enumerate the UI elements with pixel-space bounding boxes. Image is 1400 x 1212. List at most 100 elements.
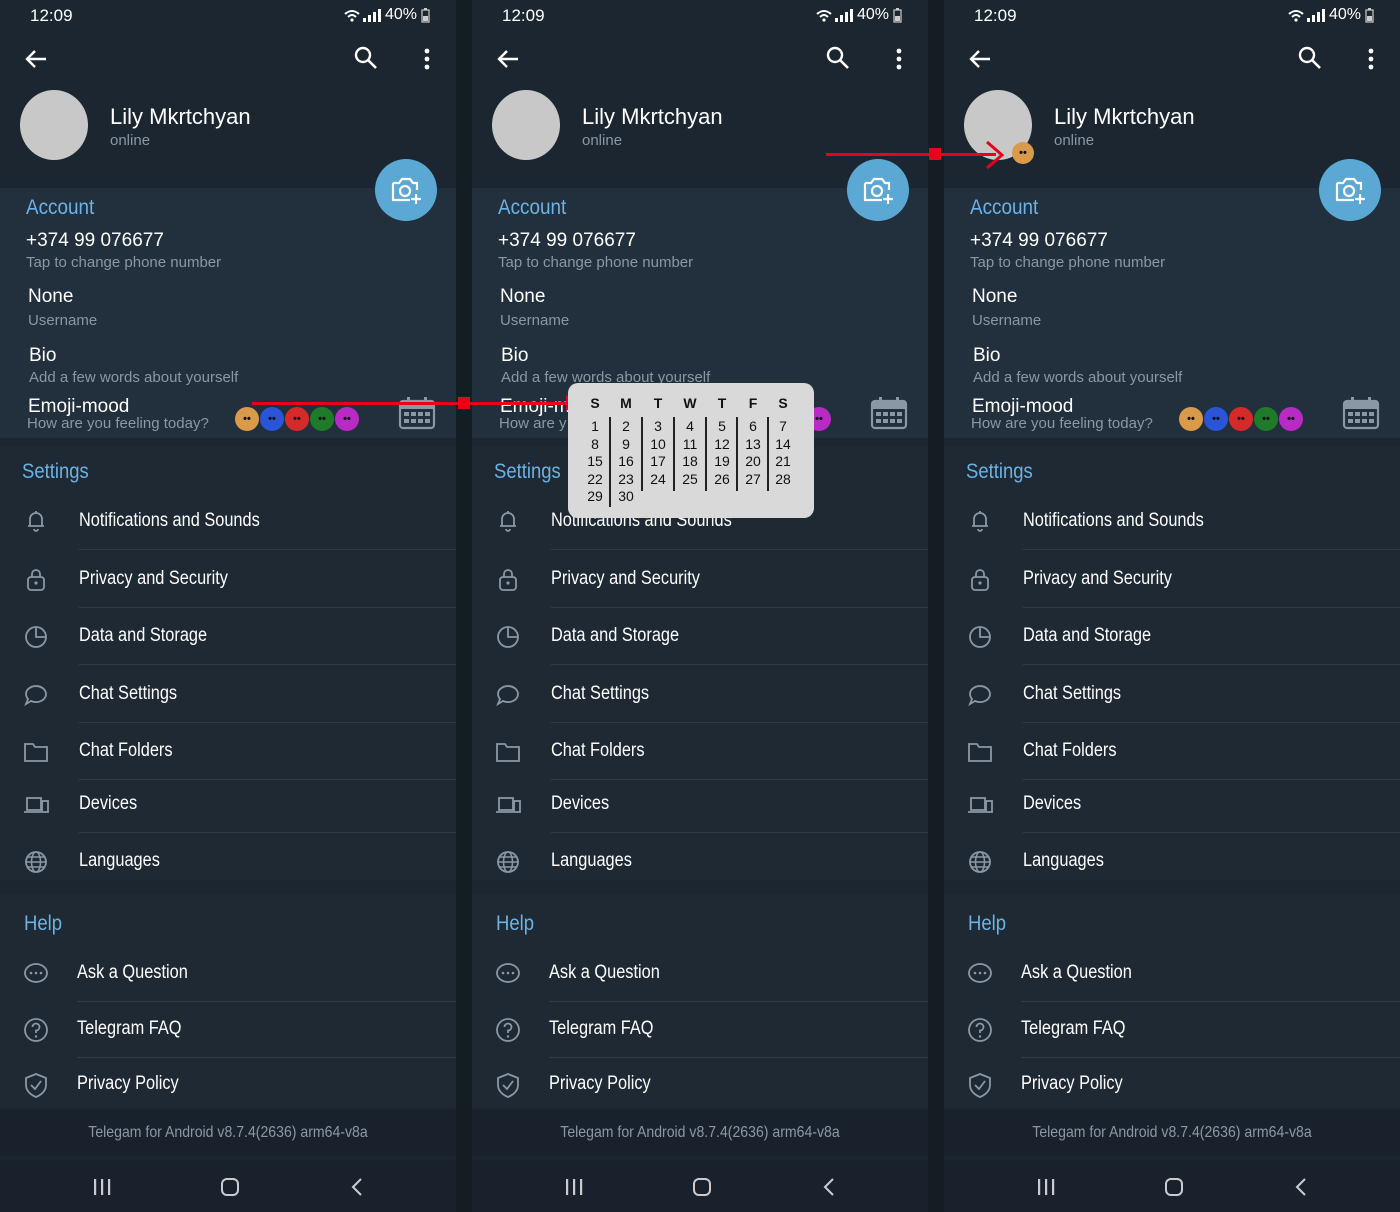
bio-label[interactable]: Bio [501, 345, 528, 367]
calendar-day[interactable]: 9 [612, 436, 640, 452]
calendar-icon[interactable] [1342, 396, 1380, 430]
emoji-sick-icon[interactable]: •• [310, 407, 334, 431]
settings-item-languages[interactable]: Languages [472, 834, 928, 890]
back-arrow-icon[interactable] [496, 48, 520, 70]
emoji-sick-icon[interactable]: •• [1254, 407, 1278, 431]
calendar-day[interactable]: 1 [581, 418, 609, 434]
phone-number[interactable]: +374 99 076677 [26, 230, 164, 252]
calendar-day[interactable]: 30 [612, 488, 640, 504]
settings-item-notifications-and-sounds[interactable]: Notifications and Sounds [0, 494, 456, 550]
calendar-day[interactable]: 20 [739, 453, 767, 469]
calendar-day[interactable]: 15 [581, 453, 609, 469]
calendar-icon[interactable] [870, 396, 908, 430]
more-vertical-icon[interactable] [1368, 48, 1374, 70]
settings-item-devices[interactable]: Devices [472, 777, 928, 833]
username-value[interactable]: None [28, 286, 73, 308]
phone-number[interactable]: +374 99 076677 [970, 230, 1108, 252]
settings-item-languages[interactable]: Languages [0, 834, 456, 890]
calendar-day[interactable]: 22 [581, 471, 609, 487]
calendar-day[interactable]: 8 [581, 436, 609, 452]
username-value[interactable]: None [500, 286, 545, 308]
calendar-day[interactable]: 13 [739, 436, 767, 452]
settings-item-chat-settings[interactable]: Chat Settings [472, 667, 928, 723]
help-item-telegram-faq[interactable]: Telegram FAQ [944, 1002, 1400, 1058]
calendar-day[interactable]: 26 [708, 471, 736, 487]
avatar[interactable] [492, 90, 560, 160]
recents-icon[interactable] [92, 1178, 112, 1196]
emoji-sad-icon[interactable]: •• [1204, 407, 1228, 431]
emoji-angry-icon[interactable]: •• [285, 407, 309, 431]
home-icon[interactable] [692, 1178, 712, 1196]
home-icon[interactable] [220, 1178, 240, 1196]
emoji-happy-icon[interactable]: •• [235, 407, 259, 431]
settings-item-devices[interactable]: Devices [0, 777, 456, 833]
search-icon[interactable] [1298, 46, 1322, 70]
calendar-day[interactable]: 21 [769, 453, 797, 469]
help-item-ask-a-question[interactable]: Ask a Question [0, 946, 456, 1002]
settings-item-devices[interactable]: Devices [944, 777, 1400, 833]
set-photo-button[interactable] [375, 159, 437, 221]
help-item-ask-a-question[interactable]: Ask a Question [944, 946, 1400, 1002]
settings-item-chat-settings[interactable]: Chat Settings [0, 667, 456, 723]
settings-item-privacy-and-security[interactable]: Privacy and Security [944, 552, 1400, 608]
settings-item-data-and-storage[interactable]: Data and Storage [0, 609, 456, 665]
help-item-privacy-policy[interactable]: Privacy Policy [944, 1057, 1400, 1113]
set-photo-button[interactable] [847, 159, 909, 221]
settings-item-data-and-storage[interactable]: Data and Storage [472, 609, 928, 665]
bio-label[interactable]: Bio [29, 345, 56, 367]
calendar-day[interactable]: 14 [769, 436, 797, 452]
search-icon[interactable] [826, 46, 850, 70]
back-nav-icon[interactable] [822, 1178, 836, 1196]
calendar-day[interactable]: 16 [612, 453, 640, 469]
settings-item-chat-folders[interactable]: Chat Folders [0, 724, 456, 780]
calendar-day[interactable]: 24 [644, 471, 672, 487]
phone-number[interactable]: +374 99 076677 [498, 230, 636, 252]
recents-icon[interactable] [564, 1178, 584, 1196]
settings-item-notifications-and-sounds[interactable]: Notifications and Sounds [944, 494, 1400, 550]
calendar-day[interactable]: 4 [676, 418, 704, 434]
calendar-day[interactable]: 28 [769, 471, 797, 487]
back-arrow-icon[interactable] [24, 48, 48, 70]
help-item-ask-a-question[interactable]: Ask a Question [472, 946, 928, 1002]
settings-item-privacy-and-security[interactable]: Privacy and Security [0, 552, 456, 608]
set-photo-button[interactable] [1319, 159, 1381, 221]
search-icon[interactable] [354, 46, 378, 70]
emoji-happy-icon[interactable]: •• [1179, 407, 1203, 431]
settings-item-data-and-storage[interactable]: Data and Storage [944, 609, 1400, 665]
calendar-day[interactable]: 7 [769, 418, 797, 434]
bio-label[interactable]: Bio [973, 345, 1000, 367]
calendar-day[interactable]: 27 [739, 471, 767, 487]
calendar-day[interactable]: 6 [739, 418, 767, 434]
back-nav-icon[interactable] [350, 1178, 364, 1196]
calendar-day[interactable]: 10 [644, 436, 672, 452]
calendar-day[interactable]: 29 [581, 488, 609, 504]
calendar-day[interactable]: 12 [708, 436, 736, 452]
avatar[interactable] [20, 90, 88, 160]
calendar-day[interactable]: 17 [644, 453, 672, 469]
calendar-day[interactable]: 19 [708, 453, 736, 469]
settings-item-chat-folders[interactable]: Chat Folders [472, 724, 928, 780]
calendar-day[interactable]: 2 [612, 418, 640, 434]
back-nav-icon[interactable] [1294, 1178, 1308, 1196]
emoji-sad-icon[interactable]: •• [260, 407, 284, 431]
emoji-angry-icon[interactable]: •• [1229, 407, 1253, 431]
settings-item-languages[interactable]: Languages [944, 834, 1400, 890]
calendar-day[interactable]: 18 [676, 453, 704, 469]
username-value[interactable]: None [972, 286, 1017, 308]
help-item-privacy-policy[interactable]: Privacy Policy [472, 1057, 928, 1113]
calendar-day[interactable]: 25 [676, 471, 704, 487]
calendar-day[interactable]: 23 [612, 471, 640, 487]
back-arrow-icon[interactable] [968, 48, 992, 70]
calendar-day[interactable]: 3 [644, 418, 672, 434]
calendar-day[interactable]: 11 [676, 436, 704, 452]
help-item-telegram-faq[interactable]: Telegram FAQ [472, 1002, 928, 1058]
settings-item-chat-settings[interactable]: Chat Settings [944, 667, 1400, 723]
calendar-popup[interactable]: S M T W T F S 1 2 3 4 5 6 7 8 9 10 11 12 13 14 15 16 17 18 19 20 21… [568, 383, 814, 518]
home-icon[interactable] [1164, 1178, 1184, 1196]
more-vertical-icon[interactable] [896, 48, 902, 70]
help-item-privacy-policy[interactable]: Privacy Policy [0, 1057, 456, 1113]
calendar-day[interactable]: 5 [708, 418, 736, 434]
settings-item-chat-folders[interactable]: Chat Folders [944, 724, 1400, 780]
more-vertical-icon[interactable] [424, 48, 430, 70]
settings-item-privacy-and-security[interactable]: Privacy and Security [472, 552, 928, 608]
